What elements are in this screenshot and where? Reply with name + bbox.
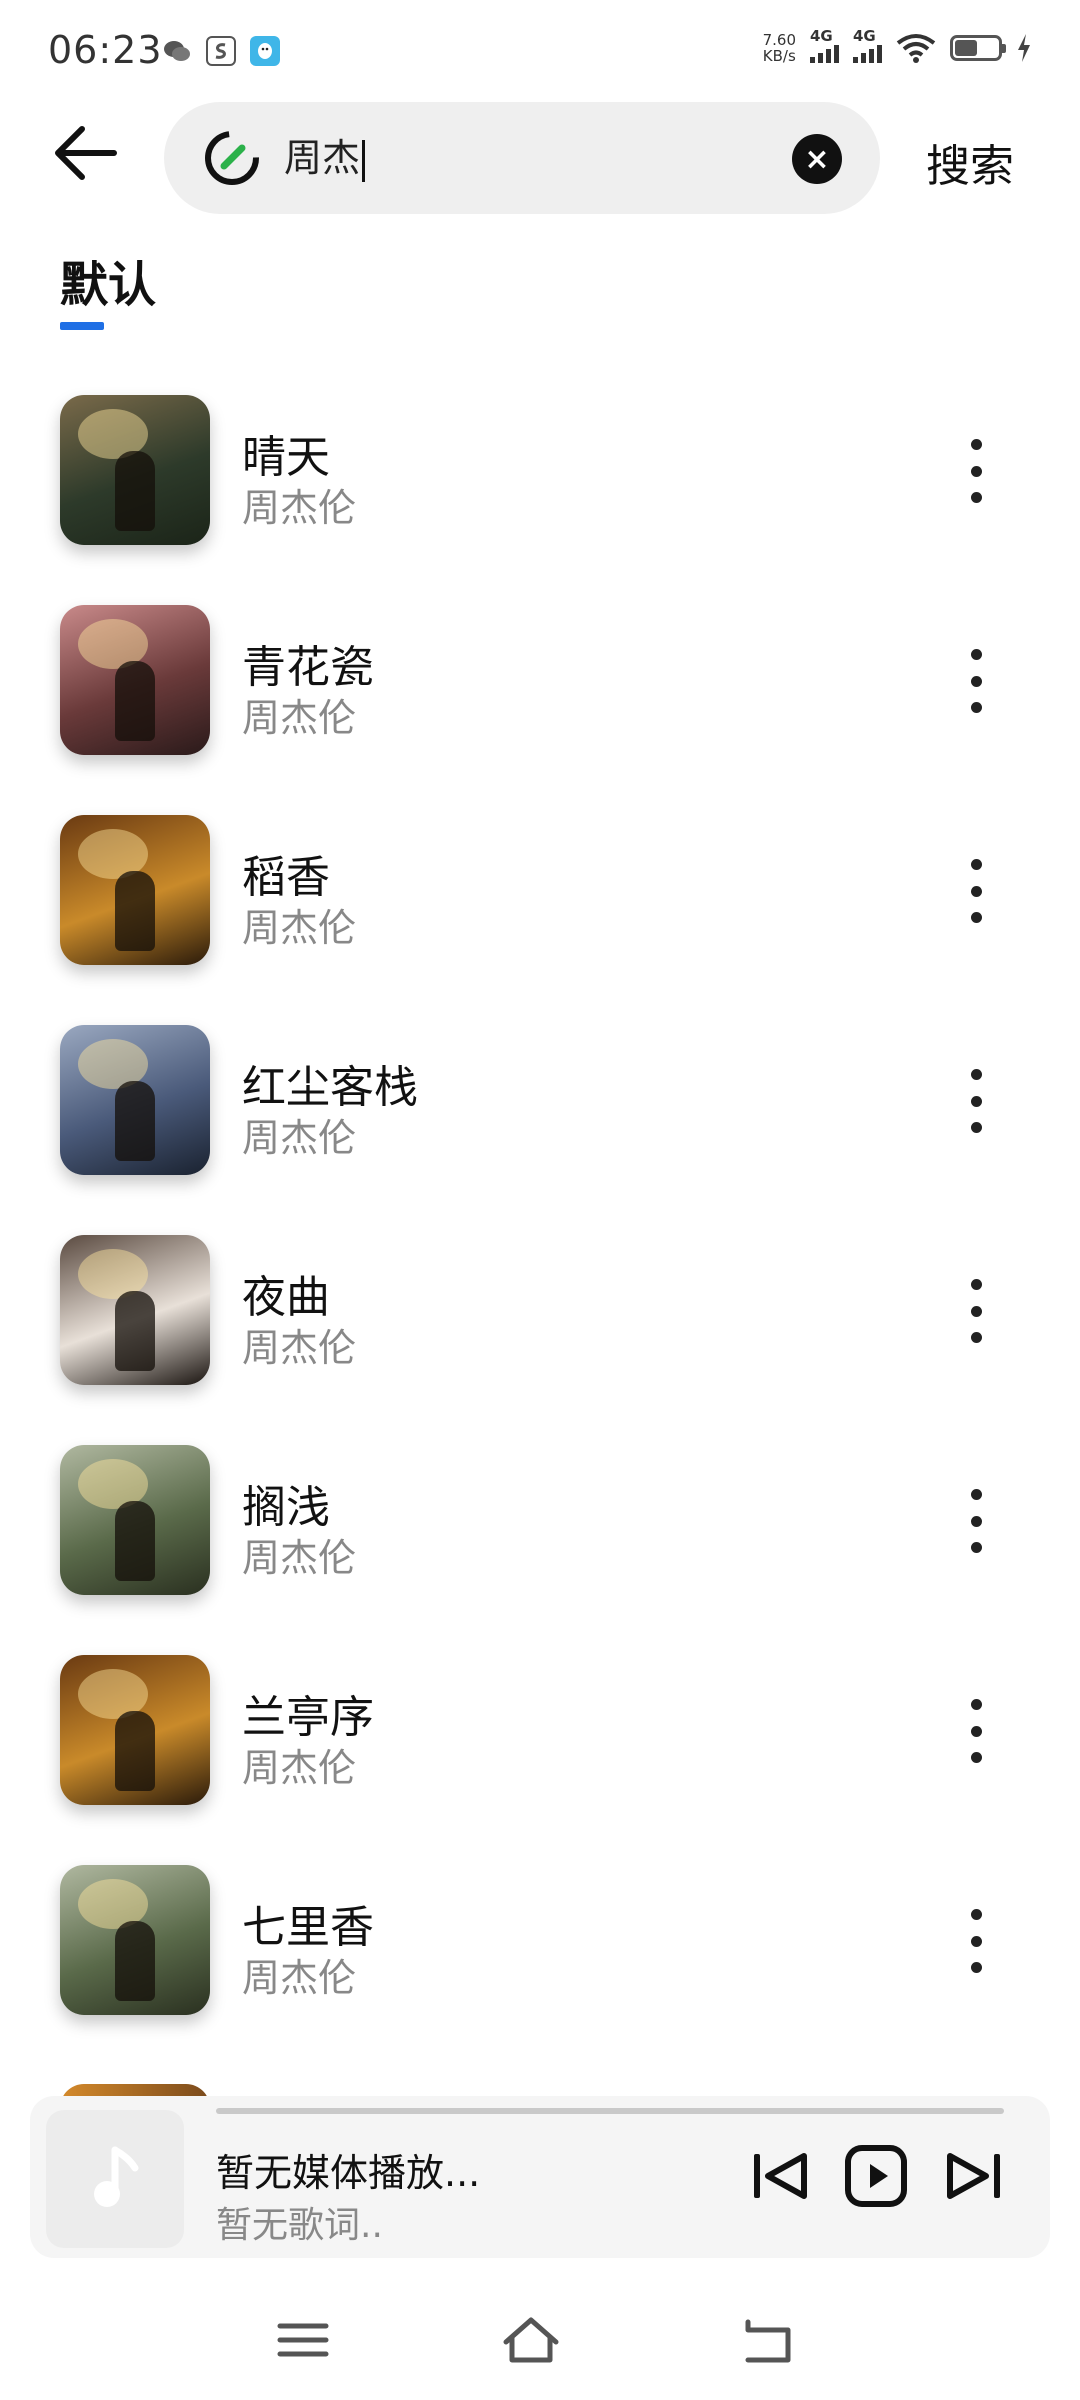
song-list-item[interactable]: 青花瓷 周杰伦 <box>0 605 1080 815</box>
signal-1-label: 4G <box>810 27 833 45</box>
song-title: 七里香 <box>242 1902 374 1953</box>
more-options-button[interactable] <box>958 1279 994 1343</box>
skip-previous-icon[interactable] <box>748 2144 812 2208</box>
text-caret <box>362 139 366 182</box>
player-lyric: 暂无歌词.. <box>216 2205 383 2246</box>
more-options-button[interactable] <box>958 1699 994 1763</box>
net-speed-value: 7.60 <box>762 31 796 49</box>
song-list-item[interactable]: 七里香 周杰伦 <box>0 1865 1080 2075</box>
more-options-button[interactable] <box>958 1069 994 1133</box>
song-artist: 周杰伦 <box>242 1746 357 1790</box>
more-options-button[interactable] <box>958 1909 994 1973</box>
song-title: 搁浅 <box>242 1482 330 1533</box>
back-nav-icon[interactable] <box>732 2310 802 2370</box>
song-list-item[interactable]: 搁浅 周杰伦 <box>0 1445 1080 1655</box>
status-app-icons <box>162 36 280 66</box>
more-options-button[interactable] <box>958 859 994 923</box>
more-options-button[interactable] <box>958 1489 994 1553</box>
app-logo-icon <box>205 131 259 185</box>
more-options-button[interactable] <box>958 649 994 713</box>
play-icon[interactable] <box>844 2144 908 2208</box>
album-cover <box>60 1865 210 2015</box>
song-artist: 周杰伦 <box>242 1956 357 2000</box>
system-navigation-bar <box>0 2290 1080 2400</box>
skip-next-icon[interactable] <box>942 2144 1006 2208</box>
qq-icon <box>250 36 280 66</box>
song-list-item[interactable]: 兰亭序 周杰伦 <box>0 1655 1080 1865</box>
search-box[interactable]: 周杰 × <box>164 102 880 214</box>
net-speed-unit: KB/s <box>762 47 796 65</box>
status-indicators: 7.60 KB/s 4G 4G <box>763 27 1032 64</box>
search-input[interactable]: 周杰 <box>284 130 366 186</box>
signal-2-label: 4G <box>853 27 876 45</box>
tab-active-indicator <box>60 322 104 330</box>
clear-search-button[interactable]: × <box>792 134 842 184</box>
network-speed: 7.60 KB/s <box>763 32 796 64</box>
song-title: 青花瓷 <box>242 642 374 693</box>
player-artwork <box>46 2110 184 2248</box>
song-list-item[interactable]: 晴天 周杰伦 <box>0 395 1080 605</box>
close-icon: × <box>804 141 830 177</box>
song-list-item[interactable]: 红尘客栈 周杰伦 <box>0 1025 1080 1235</box>
soul-icon <box>206 36 236 66</box>
song-title: 稻香 <box>242 852 330 903</box>
album-cover <box>60 605 210 755</box>
song-artist: 周杰伦 <box>242 1326 357 1370</box>
back-button[interactable] <box>52 125 132 205</box>
album-cover <box>60 815 210 965</box>
album-cover <box>60 1655 210 1805</box>
song-artist: 周杰伦 <box>242 906 357 950</box>
search-query-text: 周杰 <box>284 136 361 180</box>
tab-default[interactable]: 默认 <box>60 245 156 315</box>
song-artist: 周杰伦 <box>242 486 357 530</box>
mini-player[interactable]: 暂无媒体播放... 暂无歌词.. <box>30 2096 1050 2258</box>
wechat-icon <box>162 36 192 66</box>
song-title: 兰亭序 <box>242 1692 374 1743</box>
battery-icon <box>950 35 1006 61</box>
song-list-item[interactable]: 夜曲 周杰伦 <box>0 1235 1080 1445</box>
signal-2-icon: 4G <box>853 27 882 63</box>
home-icon[interactable] <box>496 2310 566 2370</box>
player-title: 暂无媒体播放... <box>216 2151 481 2195</box>
more-options-button[interactable] <box>958 439 994 503</box>
music-note-icon <box>94 2146 139 2207</box>
song-artist: 周杰伦 <box>242 1116 357 1160</box>
playback-progress-bar[interactable] <box>216 2108 1004 2114</box>
arrow-left-icon <box>55 126 117 180</box>
wifi-icon <box>896 34 936 63</box>
song-artist: 周杰伦 <box>242 696 357 740</box>
status-time: 06:23 <box>48 28 163 72</box>
album-cover <box>60 1235 210 1385</box>
album-cover <box>60 1025 210 1175</box>
song-title: 红尘客栈 <box>242 1062 418 1113</box>
song-list-item[interactable]: 稻香 周杰伦 <box>0 815 1080 1025</box>
signal-1-icon: 4G <box>810 27 839 63</box>
search-button[interactable]: 搜索 <box>926 130 1014 194</box>
charging-icon <box>1018 34 1030 62</box>
song-artist: 周杰伦 <box>242 1536 357 1580</box>
song-title: 晴天 <box>242 432 330 483</box>
album-cover <box>60 1445 210 1595</box>
album-cover <box>60 395 210 545</box>
song-title: 夜曲 <box>242 1272 330 1323</box>
status-bar: 06:23 7.60 KB/s 4G 4G <box>0 0 1080 100</box>
menu-icon[interactable] <box>268 2310 338 2370</box>
